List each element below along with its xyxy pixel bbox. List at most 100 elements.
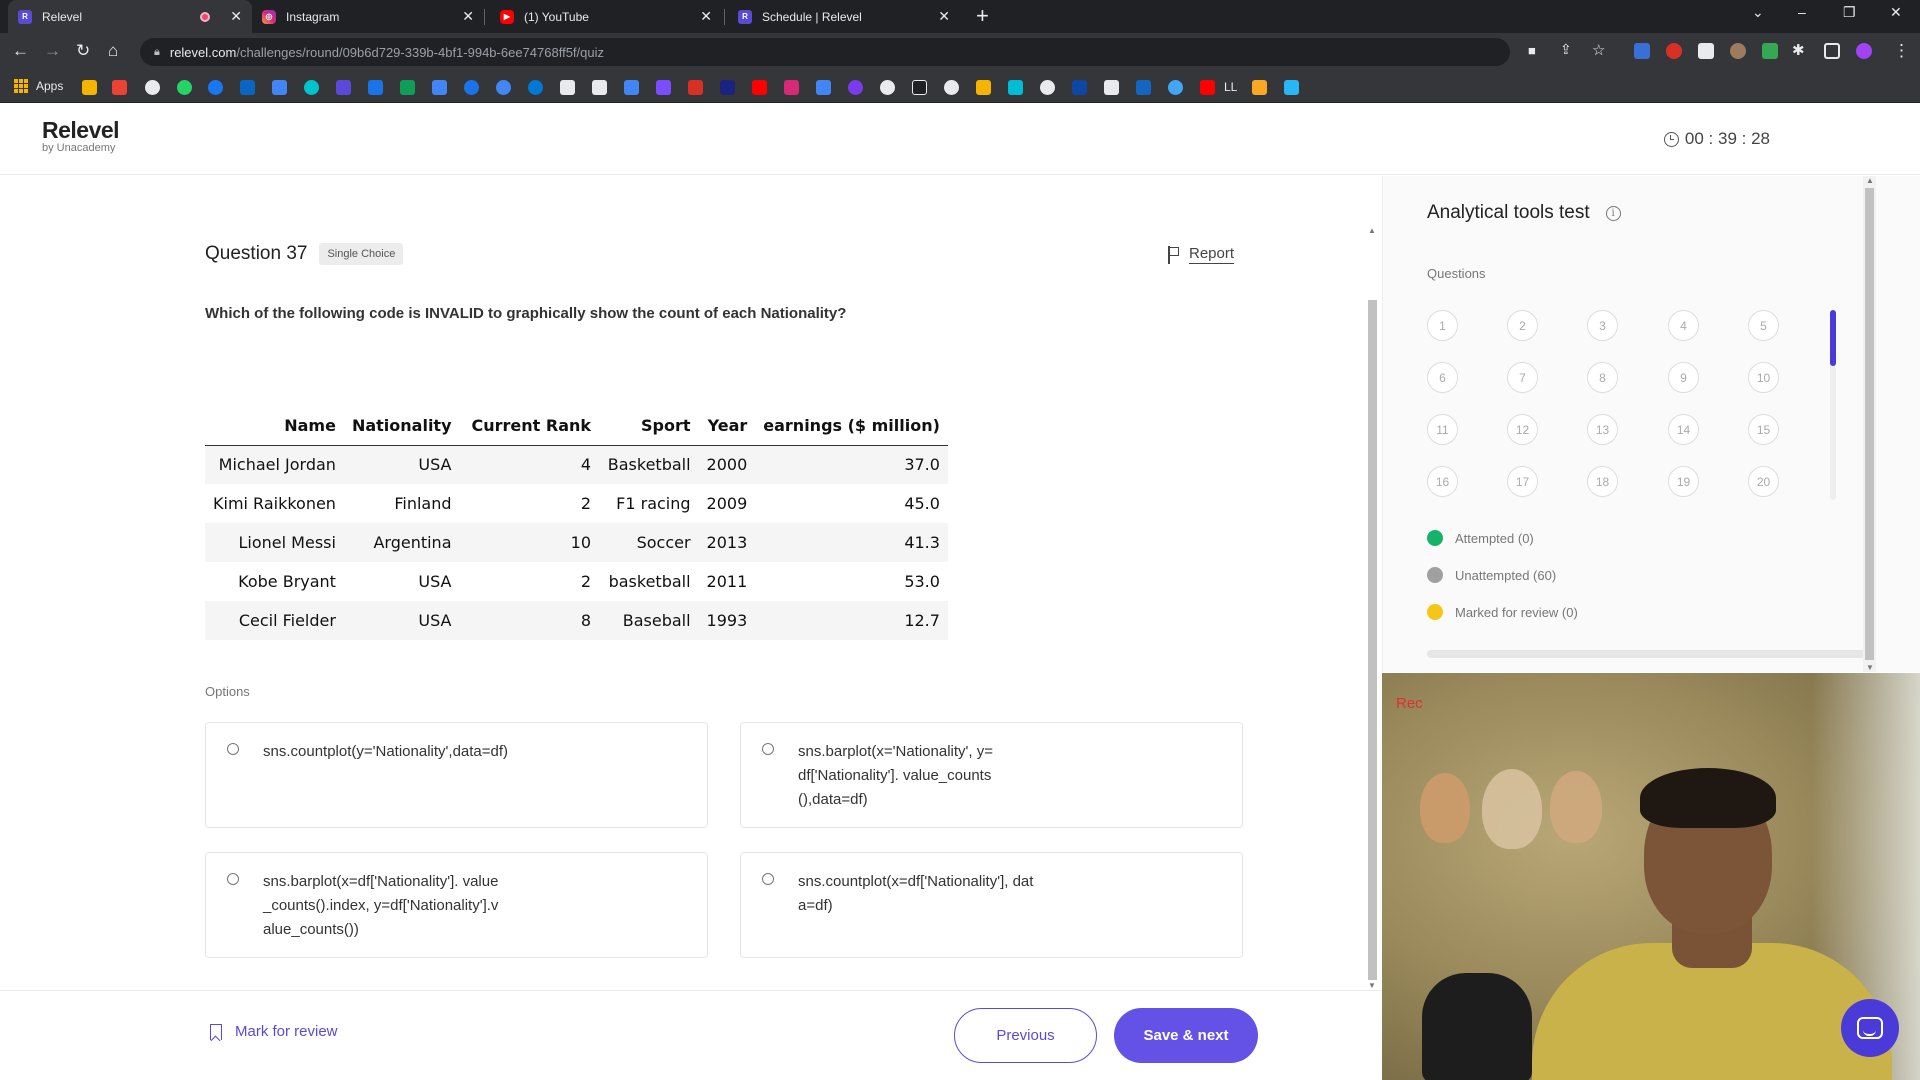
instagram-icon[interactable] (784, 80, 799, 95)
close-icon[interactable]: ✕ (938, 8, 950, 25)
bookmark-icon[interactable] (368, 80, 383, 95)
profile-avatar-icon[interactable] (1856, 43, 1872, 59)
scrollbar-thumb[interactable] (1865, 188, 1874, 660)
share-icon[interactable]: ⇪ (1560, 41, 1572, 58)
tab-search-icon[interactable]: ⌄ (1752, 4, 1764, 21)
back-icon[interactable]: ← (12, 41, 29, 61)
question-number-18[interactable]: 18 (1587, 466, 1618, 497)
tab-relevel[interactable]: R Relevel ✕ (8, 0, 252, 33)
bookmark-icon[interactable] (1168, 80, 1183, 95)
report-button[interactable]: Report (1168, 245, 1235, 264)
sidebar-scrollbar[interactable]: ▲ ▼ (1863, 176, 1876, 672)
option-a[interactable]: sns.countplot(y='Nationality',data=df) (205, 722, 708, 828)
scrollbar-thumb[interactable] (1830, 310, 1836, 366)
question-number-4[interactable]: 4 (1668, 310, 1699, 341)
question-number-15[interactable]: 15 (1748, 414, 1779, 445)
scroll-down-icon[interactable]: ▼ (1866, 663, 1874, 672)
close-icon[interactable]: ✕ (230, 8, 242, 25)
window-close-icon[interactable]: ✕ (1890, 4, 1902, 21)
chat-support-button[interactable] (1841, 999, 1899, 1057)
close-icon[interactable]: ✕ (462, 8, 474, 25)
radio-button[interactable] (762, 743, 774, 755)
github-icon[interactable] (944, 80, 959, 95)
tab-instagram[interactable]: ◎ Instagram ✕ (252, 0, 484, 33)
question-number-9[interactable]: 9 (1668, 362, 1699, 393)
sidebar-icon[interactable] (1824, 43, 1840, 59)
home-icon[interactable]: ⌂ (108, 41, 118, 61)
onedrive-icon[interactable] (528, 80, 543, 95)
question-number-19[interactable]: 19 (1668, 466, 1699, 497)
bookmark-icon[interactable] (1072, 80, 1087, 95)
menu-kebab-icon[interactable]: ⋮ (1893, 41, 1910, 61)
question-number-10[interactable]: 10 (1748, 362, 1779, 393)
question-number-6[interactable]: 6 (1427, 362, 1458, 393)
question-number-8[interactable]: 8 (1587, 362, 1618, 393)
option-d[interactable]: sns.countplot(x=df['Nationality'], data=… (740, 852, 1243, 958)
question-number-17[interactable]: 17 (1507, 466, 1538, 497)
content-scrollbar[interactable]: ▲ ▼ (1366, 222, 1378, 992)
save-next-button[interactable]: Save & next (1114, 1008, 1258, 1063)
minimize-icon[interactable]: – (1798, 4, 1806, 20)
option-b[interactable]: sns.barplot(x='Nationality', y=df['Natio… (740, 722, 1243, 828)
tab-youtube[interactable]: ▶ (1) YouTube ✕ (490, 0, 722, 33)
bookmark-ll[interactable]: LL (1224, 80, 1237, 94)
reload-icon[interactable]: ↻ (76, 41, 90, 61)
radio-button[interactable] (762, 873, 774, 885)
scroll-up-icon[interactable]: ▲ (1866, 176, 1874, 185)
new-tab-button[interactable]: + (976, 3, 989, 29)
bookmark-icon[interactable] (1252, 80, 1267, 95)
bookmark-icon[interactable] (880, 80, 895, 95)
omnibox[interactable]: 🔒︎ relevel.com /challenges/round/09b6d72… (140, 38, 1510, 66)
relevel-icon[interactable] (336, 80, 351, 95)
paypal-icon[interactable] (1136, 80, 1151, 95)
scroll-down-icon[interactable]: ▼ (1368, 981, 1376, 990)
previous-button[interactable]: Previous (954, 1008, 1097, 1063)
youtube-icon[interactable] (752, 80, 767, 95)
bookmark-icon[interactable] (848, 80, 863, 95)
question-number-11[interactable]: 11 (1427, 414, 1458, 445)
gear-icon[interactable] (145, 80, 160, 95)
bookmark-apps[interactable]: Apps (14, 79, 63, 93)
bookmark-icon[interactable] (1104, 80, 1119, 95)
question-number-2[interactable]: 2 (1507, 310, 1538, 341)
question-number-1[interactable]: 1 (1427, 310, 1458, 341)
bookmark-icon[interactable] (720, 80, 735, 95)
relevel-logo[interactable]: Relevel by Unacademy (42, 117, 120, 154)
horizontal-scrollbar[interactable] (1427, 650, 1867, 658)
question-number-12[interactable]: 12 (1507, 414, 1538, 445)
linkedin-icon[interactable] (240, 80, 255, 95)
bookmark-icon[interactable] (400, 80, 415, 95)
bookmark-icon[interactable] (496, 80, 511, 95)
radio-button[interactable] (227, 743, 239, 755)
question-number-3[interactable]: 3 (1587, 310, 1618, 341)
bookmark-icon[interactable] (656, 80, 671, 95)
scrollbar-thumb[interactable] (1368, 300, 1377, 980)
bookmark-icon[interactable] (1008, 80, 1023, 95)
facebook-icon[interactable] (208, 80, 223, 95)
camera-icon[interactable]: ■ (1528, 43, 1536, 58)
extension-icon[interactable] (1730, 43, 1746, 59)
bookmark-icon[interactable] (976, 80, 991, 95)
bookmark-icon[interactable] (912, 80, 927, 95)
tab-schedule-relevel[interactable]: R Schedule | Relevel ✕ (728, 0, 960, 33)
scroll-up-icon[interactable]: ▲ (1368, 226, 1376, 235)
canva-icon[interactable] (304, 80, 319, 95)
bookmark-icon[interactable] (1040, 80, 1055, 95)
question-number-20[interactable]: 20 (1748, 466, 1779, 497)
bookmark-icon[interactable] (624, 80, 639, 95)
restore-icon[interactable]: ❐ (1843, 4, 1856, 21)
forward-icon[interactable]: → (44, 41, 61, 61)
bookmark-icon[interactable] (272, 80, 287, 95)
bookmark-icon[interactable] (688, 80, 703, 95)
gmail-icon[interactable] (112, 80, 127, 95)
bookmark-icon[interactable] (592, 80, 607, 95)
extension-icon[interactable] (1762, 43, 1778, 59)
question-number-13[interactable]: 13 (1587, 414, 1618, 445)
extension-icon[interactable] (1698, 43, 1714, 59)
close-icon[interactable]: ✕ (700, 8, 712, 25)
question-number-14[interactable]: 14 (1668, 414, 1699, 445)
folder-icon[interactable] (82, 80, 97, 95)
star-icon[interactable]: ☆ (1592, 41, 1605, 59)
option-c[interactable]: sns.barplot(x=df['Nationality']. value_c… (205, 852, 708, 958)
translate-icon[interactable] (816, 80, 831, 95)
